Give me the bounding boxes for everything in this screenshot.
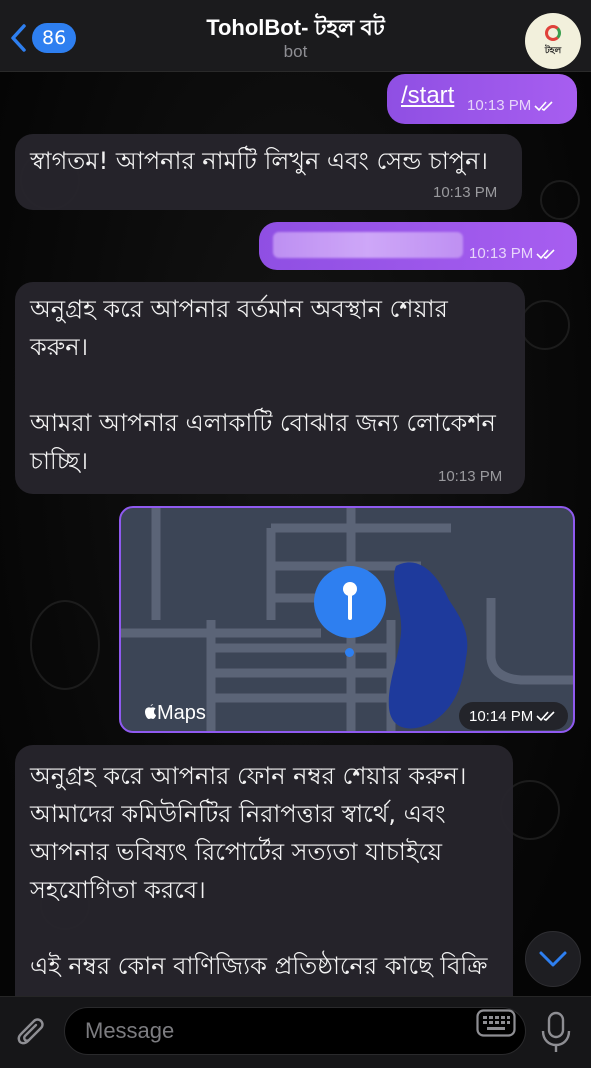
double-check-icon: [536, 249, 555, 260]
logo-icon: [545, 24, 561, 41]
double-check-icon: [536, 711, 555, 722]
message-composer: Message: [0, 996, 591, 1068]
message-time: 10:13 PM: [438, 468, 503, 485]
message-text: স্বাগতম! আপনার নামটি লিখুন এবং সেন্ড চাপ…: [30, 147, 488, 175]
message-time: 10:13 PM: [469, 245, 558, 262]
command-link[interactable]: /start: [401, 82, 454, 110]
location-map[interactable]: Maps 10:14 PM: [119, 506, 575, 733]
bot-avatar[interactable]: টহল: [525, 13, 581, 69]
message-time: 10:13 PM: [433, 184, 498, 201]
message-input-placeholder: Message: [85, 1018, 175, 1043]
chat-header: 86 ToholBot- টহল বট bot টহল: [0, 0, 591, 72]
outgoing-message[interactable]: /start 10:13 PM: [387, 74, 577, 124]
keyboard-icon[interactable]: [476, 1009, 516, 1037]
maps-label: Maps: [143, 702, 206, 725]
avatar-label: টহল: [544, 45, 562, 56]
paperclip-icon[interactable]: [14, 1015, 50, 1051]
chat-subtitle: bot: [283, 42, 308, 61]
scroll-to-bottom-button[interactable]: [525, 931, 581, 987]
outgoing-message[interactable]: 10:13 PM: [259, 222, 577, 270]
incoming-message[interactable]: অনুগ্রহ করে আপনার বর্তমান অবস্থান শেয়ার…: [15, 282, 525, 494]
apple-logo-icon: [145, 704, 156, 719]
incoming-message[interactable]: স্বাগতম! আপনার নামটি লিখুন এবং সেন্ড চাপ…: [15, 134, 522, 210]
map-pin-icon: [314, 566, 386, 638]
message-input[interactable]: Message: [64, 1007, 526, 1055]
message-text: অনুগ্রহ করে আপনার বর্তমান অবস্থান শেয়ার…: [30, 295, 496, 475]
double-check-icon: [534, 101, 553, 112]
redacted-text: [273, 232, 463, 258]
microphone-icon[interactable]: [540, 1011, 572, 1055]
location-dot: [345, 648, 354, 657]
incoming-message[interactable]: অনুগ্রহ করে আপনার ফোন নম্বর শেয়ার করুন।…: [15, 745, 513, 1015]
message-time: 10:13 PM: [467, 97, 556, 114]
message-time: 10:14 PM: [459, 702, 569, 730]
message-text: অনুগ্রহ করে আপনার ফোন নম্বর শেয়ার করুন।…: [30, 762, 488, 980]
chevron-down-icon: [539, 951, 567, 967]
